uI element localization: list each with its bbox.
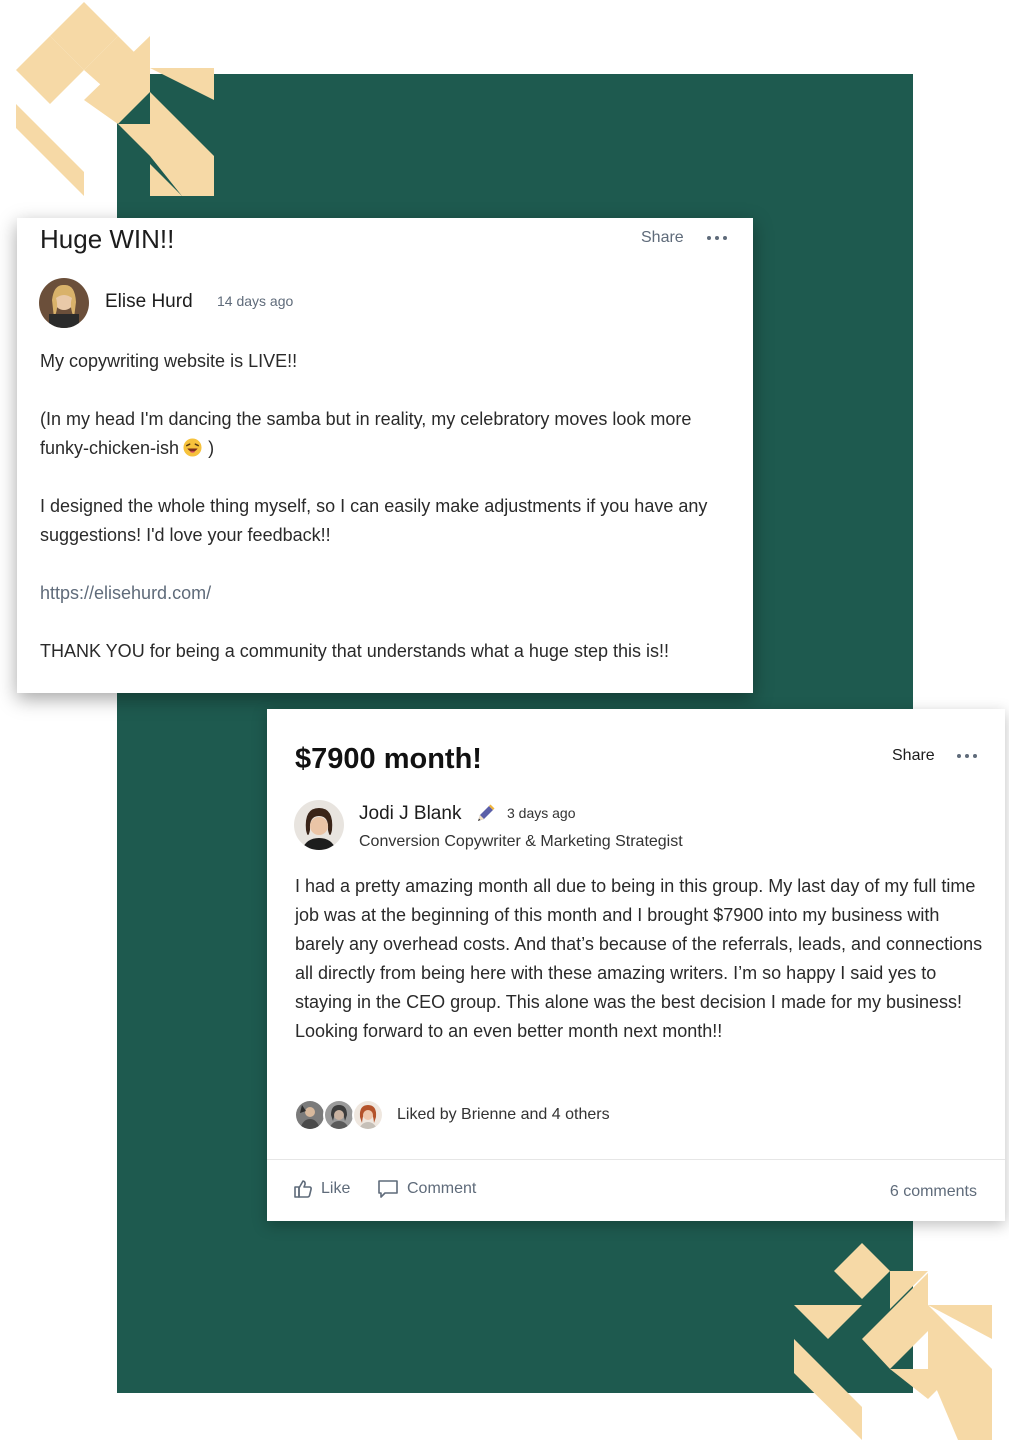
post-paragraph: My copywriting website is LIVE!! [40,351,298,371]
comments-count-link[interactable]: 6 comments [890,1183,977,1201]
share-button[interactable]: Share [641,229,684,247]
post-card-huge-win: Huge WIN!! Share Elise Hurd 14 days ago … [17,218,753,693]
website-link[interactable]: https://elisehurd.com/ [40,583,211,603]
post-paragraph: https://elisehurd.com/ [40,579,720,608]
divider [267,1159,1005,1160]
post-timestamp: 3 days ago [507,805,576,821]
laughing-emoji-icon [183,438,202,457]
post-card-7900-month: $7900 month! Share Jodi J Blank 3 days a… [267,709,1005,1221]
post-body: My copywriting website is LIVE!! (In my … [40,347,720,693]
post-title: Huge WIN!! [40,224,175,254]
post-paragraph: (In my head I'm dancing the samba but in… [40,405,720,463]
post-paragraph: THANK YOU for being a community that und… [40,641,669,661]
pen-icon [478,804,495,821]
post-paragraph: I designed the whole thing myself, so I … [40,496,708,545]
post-title: $7900 month! [295,743,482,775]
like-label: Like [321,1180,351,1197]
avatar[interactable] [294,800,344,850]
author-role: Conversion Copywriter & Marketing Strate… [359,833,683,850]
post-timestamp: 14 days ago [217,293,294,309]
liker-avatar[interactable] [294,1099,326,1131]
ellipsis-icon[interactable] [957,750,977,762]
avatar[interactable] [39,278,89,328]
liker-avatar[interactable] [323,1099,355,1131]
comment-label: Comment [407,1180,477,1197]
comment-button[interactable]: Comment [377,1179,476,1199]
author-name[interactable]: Jodi J Blank [359,803,461,825]
liker-avatar[interactable] [352,1099,384,1131]
thumbs-up-icon [294,1180,312,1198]
post-text: (In my head I'm dancing the samba but in… [40,409,692,458]
author-name[interactable]: Elise Hurd [105,291,193,313]
liked-by-row[interactable]: Liked by Brienne and 4 others [294,1098,610,1132]
share-button[interactable]: Share [892,747,935,765]
comment-icon [378,1180,398,1198]
decorative-chevron-pattern-bottom [794,1243,992,1440]
ellipsis-icon[interactable] [707,232,727,244]
like-button[interactable]: Like [293,1179,350,1199]
post-body: I had a pretty amazing month all due to … [295,876,983,1041]
decorative-chevron-pattern [16,2,214,196]
post-text: ) [208,438,215,458]
liked-by-text[interactable]: Liked by Brienne and 4 others [397,1106,610,1124]
